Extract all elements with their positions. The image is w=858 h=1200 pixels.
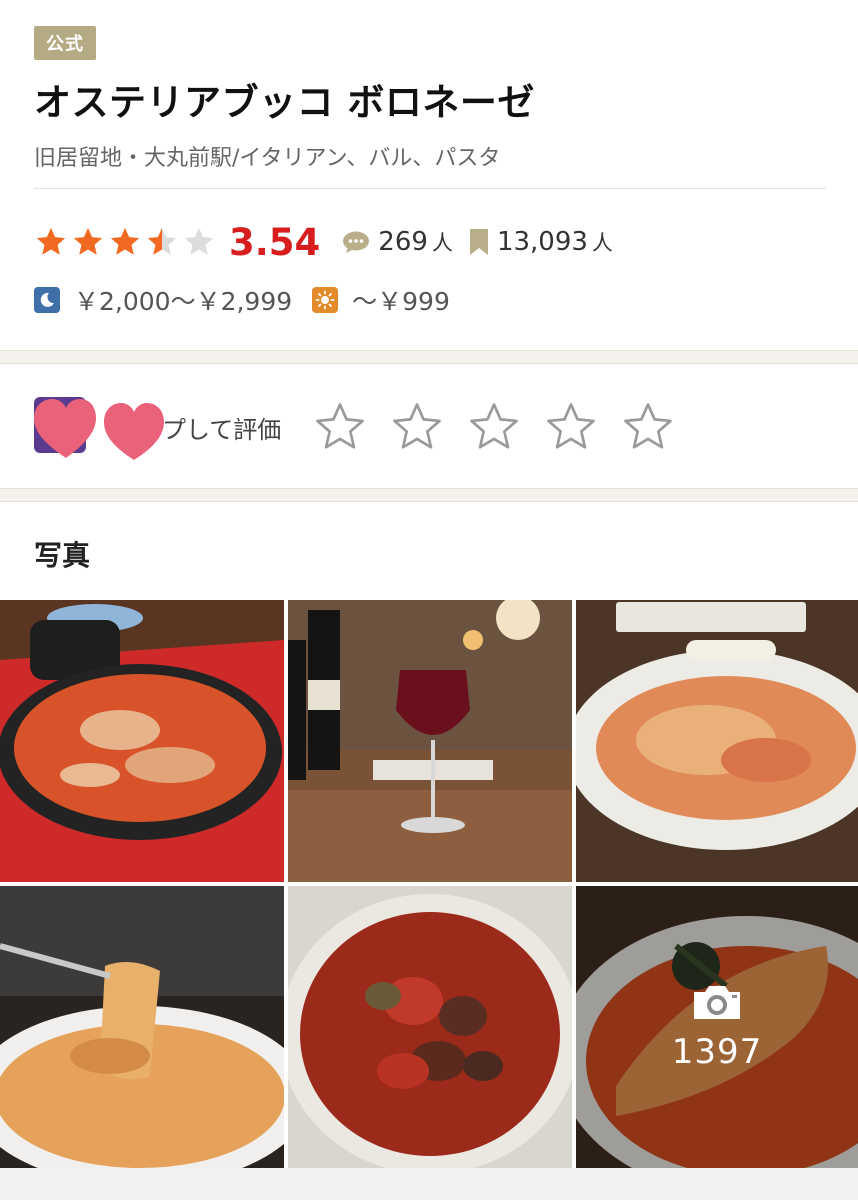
photo-grid: 1397 <box>0 600 858 1168</box>
heart-icon <box>34 397 164 460</box>
saved-count-unit: 人 <box>591 231 613 255</box>
review-star-input <box>313 400 698 454</box>
star-full-icon <box>36 227 66 255</box>
rating-score: 3.54 <box>229 220 321 264</box>
reviews-count-value: 269 <box>378 227 428 257</box>
restaurant-header: 公式 オステリアブッコ ボロネーゼ 旧居留地・大丸前駅/イタリアン、バル、パスタ… <box>0 0 858 350</box>
restaurant-name: オステリアブッコ ボロネーゼ <box>34 81 535 124</box>
speech-bubble-icon <box>343 231 370 253</box>
photo-thumbnail[interactable] <box>576 600 858 882</box>
rate-star-2-icon[interactable] <box>390 400 444 454</box>
star-full-icon <box>110 227 140 255</box>
dinner-price: ￥2,000～￥2,999 <box>74 287 293 316</box>
bookmark-icon <box>469 229 488 255</box>
photo-thumbnail[interactable] <box>0 886 284 1168</box>
bottom-bar-edge <box>0 1168 858 1200</box>
lunch-price: ～￥999 <box>352 287 450 316</box>
divider <box>34 188 826 189</box>
reviews-count-unit: 人 <box>431 231 453 255</box>
rate-star-1-icon[interactable] <box>313 400 367 454</box>
restaurant-area-genre[interactable]: 旧居留地・大丸前駅/イタリアン、バル、パスタ <box>34 140 824 172</box>
more-photos-tile[interactable]: 1397 <box>576 886 858 1168</box>
section-separator <box>0 488 858 502</box>
rating-row: 3.54 269 人 13,093 人 <box>34 218 629 266</box>
rate-star-4-icon[interactable] <box>544 400 598 454</box>
rate-star-5-icon[interactable] <box>621 400 675 454</box>
photo-thumbnail[interactable] <box>0 600 284 882</box>
price-row: ￥2,000～￥2,999 ～￥999 <box>34 282 450 318</box>
saved-count-value: 13,093 <box>496 227 588 257</box>
saved-count[interactable]: 13,093 人 <box>469 227 613 257</box>
photo-count: 1397 <box>671 1032 763 1072</box>
review-prompt-label: プして評価 <box>162 415 282 444</box>
photos-section-title: 写真 <box>34 539 91 572</box>
official-badge: 公式 <box>34 26 96 60</box>
photo-thumbnail[interactable] <box>288 600 572 882</box>
rate-star-3-icon[interactable] <box>467 400 521 454</box>
camera-icon <box>694 986 740 1019</box>
star-empty-icon <box>184 227 214 255</box>
sun-icon <box>312 287 339 313</box>
star-full-icon <box>73 227 103 255</box>
photo-thumbnail[interactable] <box>288 886 572 1168</box>
heart-stickers <box>34 392 164 462</box>
star-half-icon <box>147 227 177 255</box>
rating-stars <box>34 225 219 259</box>
review-prompt: プして評価 <box>34 380 698 474</box>
moon-icon <box>34 287 60 313</box>
section-separator <box>0 350 858 364</box>
photo-count-overlay: 1397 <box>576 886 858 1168</box>
reviews-count[interactable]: 269 人 <box>342 227 453 257</box>
